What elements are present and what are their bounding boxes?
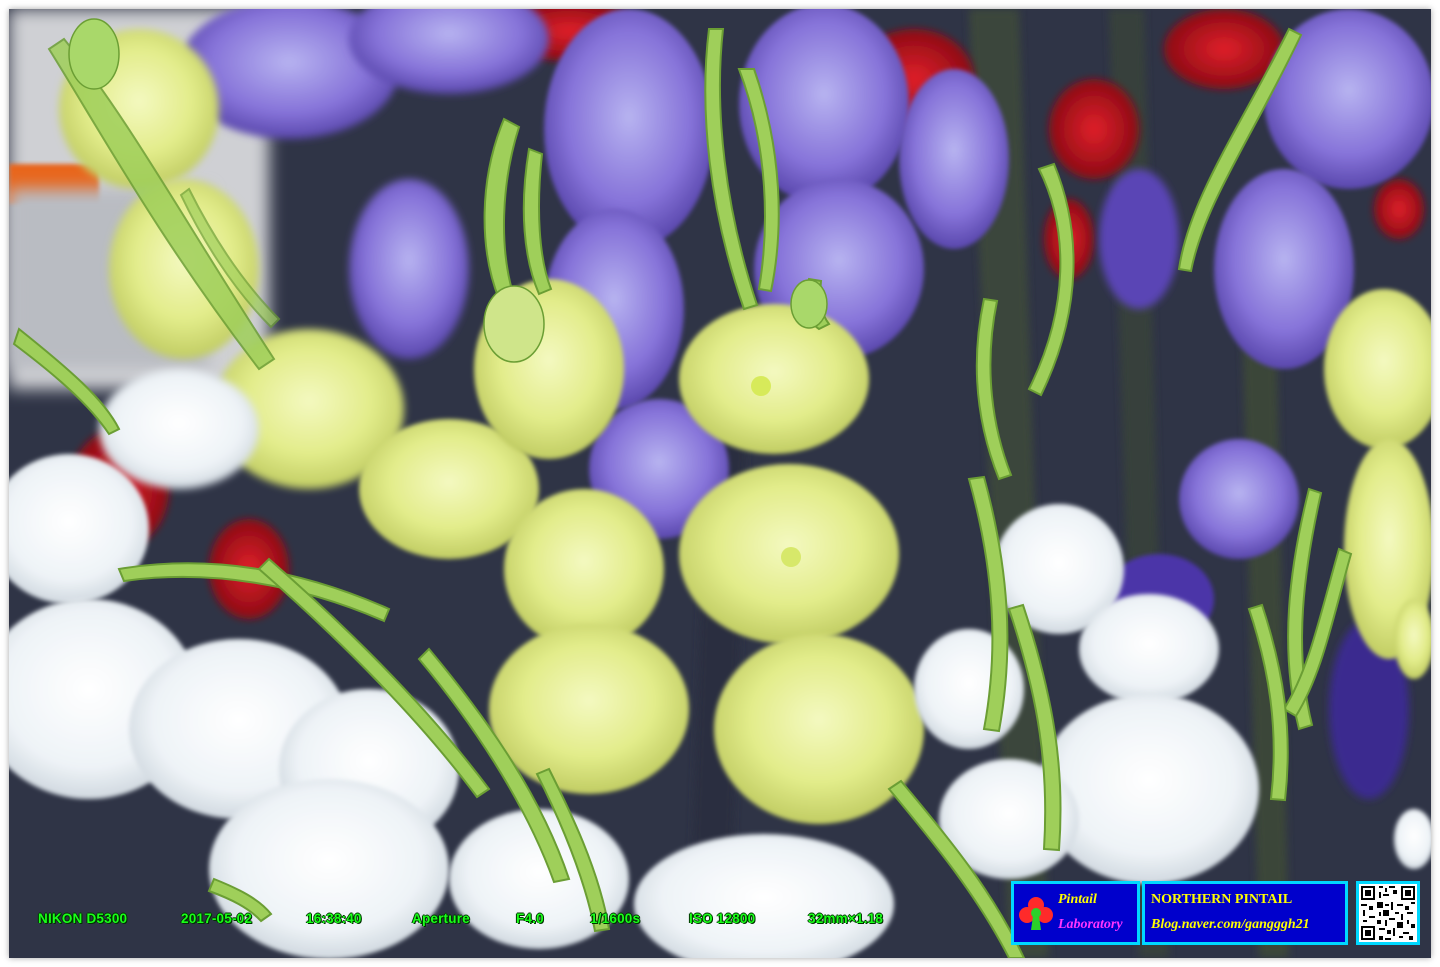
exif-mode: Aperture — [412, 911, 470, 926]
lab-line2: Laboratory — [1058, 917, 1123, 932]
exif-iso: ISO 12800 — [689, 911, 756, 926]
exif-shutter: 1/1600s — [590, 911, 641, 926]
photo-frame: NIKON D5300 2017-05-02 16:38:40 Aperture… — [9, 9, 1431, 958]
exif-camera: NIKON D5300 — [38, 911, 128, 926]
exif-date: 2017-05-02 — [181, 911, 253, 926]
badge-title: NORTHERN PINTAIL — [1151, 892, 1293, 907]
lab-line1: Pintail — [1058, 892, 1097, 907]
exif-time: 16:38:40 — [306, 911, 362, 926]
exif-fnumber: F4.0 — [516, 911, 544, 926]
qr-code-icon — [1356, 881, 1420, 945]
exif-focal: 32mm×1.18 — [808, 911, 883, 926]
club-icon — [1019, 897, 1053, 930]
gladiolus-photo — [9, 9, 1431, 958]
pintail-laboratory-badge: Pintail Laboratory — [1011, 881, 1140, 945]
blog-url: Blog.naver.com/gangggh21 — [1151, 917, 1310, 932]
northern-pintail-badge: NORTHERN PINTAIL Blog.naver.com/gangggh2… — [1142, 881, 1348, 945]
